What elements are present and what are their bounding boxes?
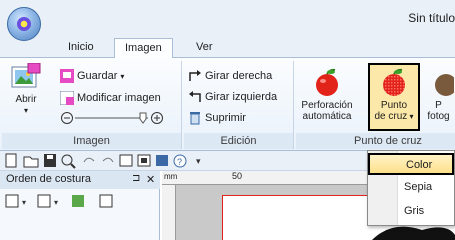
ribbon: Abrir ▾ Guardar ▾ Modificar imagen Image… — [0, 58, 455, 151]
perforacion-automatica-button[interactable]: Perforación automática — [298, 63, 356, 131]
chevron-down-icon: ▾ — [120, 71, 125, 81]
photo-apple-icon — [434, 74, 455, 96]
punto-label-1: Punto — [380, 100, 408, 111]
foto-label-2: fotog — [427, 111, 450, 122]
perforacion-label-1: Perforación — [301, 100, 353, 111]
tab-ver[interactable]: Ver — [186, 38, 223, 59]
suprimir-button[interactable]: Suprimir — [188, 109, 246, 127]
new-file-icon — [5, 153, 17, 168]
sewing-order-panel: Orden de costura ⊐ ✕ ▾ ▾ — [0, 171, 160, 240]
group-punto-label: Punto de cruz — [296, 133, 455, 149]
panel-tool-icons: ▾ ▾ — [5, 194, 113, 208]
girar-derecha-label: Girar derecha — [205, 70, 273, 82]
customize-icon: ▾ — [196, 156, 201, 166]
group-edicion-label: Edición — [184, 133, 293, 149]
punto-label-2-text: de cruz — [374, 111, 408, 122]
abrir-button[interactable]: Abrir ▾ — [6, 62, 46, 131]
cross-stitch-apple-icon — [383, 68, 405, 96]
girar-derecha-button[interactable]: Girar derecha — [188, 67, 272, 85]
panel-toolbar: ▾ ▾ — [0, 191, 160, 211]
punto-de-cruz-dropdown: Color Sepia Gris — [367, 150, 455, 226]
guardar-label: Guardar — [77, 70, 118, 82]
zoom-in-icon — [61, 154, 76, 169]
open-folder-icon — [23, 156, 39, 168]
help-icon: ? — [173, 154, 187, 168]
svg-text:▾: ▾ — [22, 198, 26, 207]
suprimir-label: Suprimir — [205, 112, 246, 124]
app-menu-button[interactable] — [7, 7, 41, 41]
abrir-label: Abrir — [15, 94, 37, 105]
save-icon — [44, 154, 56, 167]
trash-icon — [190, 112, 200, 125]
window-title: Sin título — [408, 11, 455, 25]
svg-text:▾: ▾ — [54, 198, 58, 207]
modificar-label: Modificar imagen — [77, 92, 161, 104]
foto-label-1: P — [435, 100, 442, 111]
close-icon[interactable]: ✕ — [146, 173, 155, 186]
guardar-button[interactable]: Guardar ▾ — [60, 67, 124, 85]
view-icon — [119, 154, 133, 167]
group-imagen-label: Imagen — [2, 133, 181, 149]
zoom-slider[interactable] — [60, 109, 170, 127]
punto-label-2: de cruz ▾ — [370, 111, 418, 122]
girar-izquierda-button[interactable]: Girar izquierda — [188, 88, 277, 106]
svg-text:?: ? — [177, 157, 182, 167]
ruler-mark-50: 50 — [232, 171, 243, 181]
layers-icon — [156, 155, 168, 166]
flower-icon — [17, 17, 31, 31]
tab-imagen[interactable]: Imagen — [114, 38, 173, 59]
chevron-down-icon: ▾ — [23, 106, 28, 115]
group-punto-de-cruz: Perforación automática Punto de cruz ▾ P… — [296, 61, 455, 149]
pin-icon[interactable]: ⊐ — [132, 173, 140, 184]
punto-de-cruz-button[interactable]: Punto de cruz ▾ — [368, 63, 420, 131]
modificar-imagen-button[interactable]: Modificar imagen — [60, 89, 161, 107]
tab-inicio[interactable]: Inicio — [58, 38, 104, 59]
girar-izquierda-label: Girar izquierda — [205, 91, 278, 103]
vertical-ruler — [162, 185, 176, 240]
modify-image-icon — [60, 91, 74, 105]
slider-icon — [61, 112, 163, 124]
perforacion-label-2: automática — [302, 111, 352, 122]
title-bar: Sin título — [0, 0, 455, 36]
menu-item-sepia[interactable]: Sepia — [368, 177, 454, 199]
save-image-icon — [60, 69, 74, 83]
fotografia-button[interactable]: P fotog — [422, 63, 455, 131]
apple-icon — [316, 68, 338, 96]
redo-icon — [102, 157, 114, 163]
frame-icon — [137, 154, 151, 167]
toolbar-icons: ? ▾ — [5, 153, 201, 169]
menu-item-gris[interactable]: Gris — [368, 201, 454, 223]
svg-text:▾: ▾ — [196, 156, 201, 166]
undo-icon — [83, 157, 95, 163]
menu-item-color[interactable]: Color — [368, 153, 454, 175]
open-image-icon — [11, 62, 41, 88]
ribbon-tabs: Inicio Imagen Ver — [0, 36, 455, 59]
rotate-left-icon — [189, 91, 201, 102]
chevron-down-icon: ▾ — [407, 112, 414, 121]
group-imagen: Abrir ▾ Guardar ▾ Modificar imagen Image… — [2, 61, 182, 149]
ruler-unit: mm — [164, 172, 178, 181]
group-edicion: Girar derecha Girar izquierda Suprimir E… — [184, 61, 294, 149]
rotate-right-icon — [189, 70, 201, 81]
